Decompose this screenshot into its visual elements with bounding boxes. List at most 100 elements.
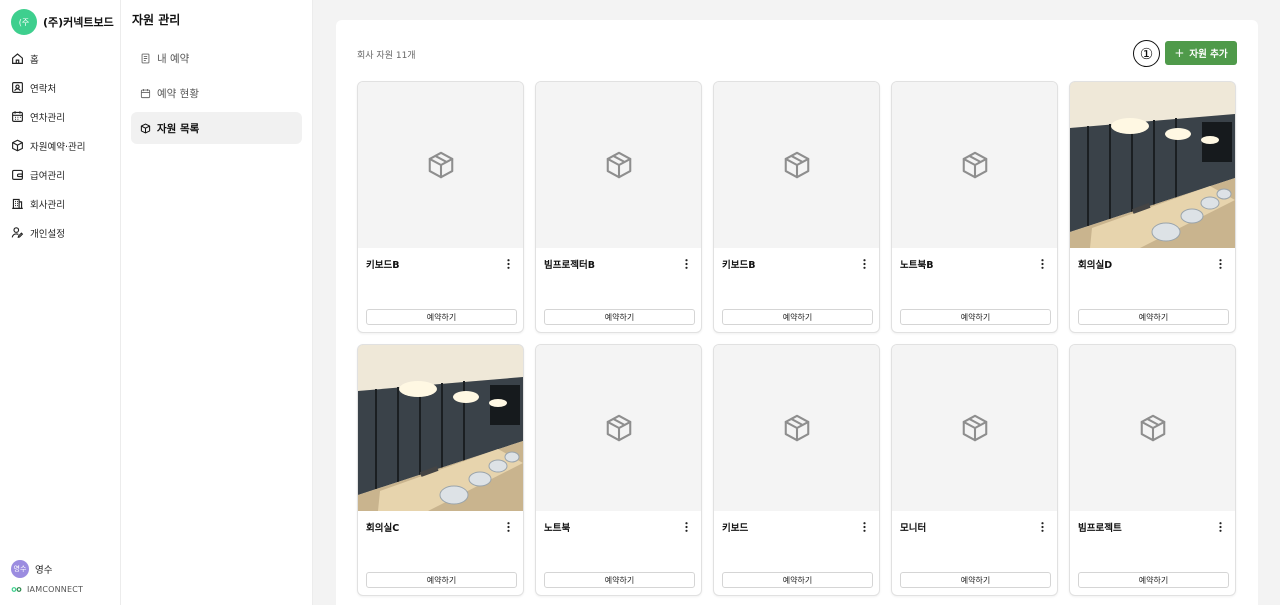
more-options-button[interactable] xyxy=(1037,258,1047,270)
brand-logo: (주 xyxy=(11,9,37,35)
main-nav: (주 (주)커넥트보드 홈 연락처 연차관리 자원예약·관리 급여관리 회사관리… xyxy=(0,0,121,605)
resource-thumbnail[interactable] xyxy=(892,82,1057,248)
more-options-button[interactable] xyxy=(1215,258,1225,270)
box-placeholder-icon xyxy=(606,151,631,179)
more-options-button[interactable] xyxy=(1215,521,1225,533)
resource-card[interactable]: 빔프로젝트 예약하기 xyxy=(1069,344,1236,596)
building-icon xyxy=(12,198,23,209)
reserve-button[interactable]: 예약하기 xyxy=(1078,572,1229,588)
avatar: 영수 xyxy=(11,560,29,578)
reserve-button[interactable]: 예약하기 xyxy=(722,309,873,325)
kebab-menu-icon xyxy=(1040,259,1044,269)
reserve-button[interactable]: 예약하기 xyxy=(1078,309,1229,325)
kebab-menu-icon xyxy=(684,522,688,532)
more-options-button[interactable] xyxy=(859,258,869,270)
box-placeholder-icon xyxy=(962,151,987,179)
footer-brand: IAMCONNECT xyxy=(11,585,83,594)
nav-item-contacts[interactable]: 연락처 xyxy=(0,73,120,102)
box-icon xyxy=(140,123,151,133)
more-options-button[interactable] xyxy=(503,521,513,533)
contact-icon xyxy=(12,82,23,93)
reserve-button[interactable]: 예약하기 xyxy=(544,572,695,588)
resource-count: 회사 자원 11개 xyxy=(357,51,416,61)
resource-thumbnail[interactable] xyxy=(1070,82,1235,248)
nav-item-company[interactable]: 회사관리 xyxy=(0,189,120,218)
resource-thumbnail[interactable] xyxy=(1070,345,1235,511)
resource-thumbnail[interactable] xyxy=(536,82,701,248)
nav-item-home[interactable]: 홈 xyxy=(0,44,120,73)
more-options-button[interactable] xyxy=(859,521,869,533)
resource-card[interactable]: 빔프로젝터B 예약하기 xyxy=(535,81,702,333)
resource-card[interactable]: 키보드B 예약하기 xyxy=(357,81,524,333)
resource-subnav: 자원 관리 내 예약 예약 현황 자원 목록 xyxy=(121,0,313,605)
kebab-menu-icon xyxy=(506,259,510,269)
resource-name: 빔프로젝터B xyxy=(544,260,595,271)
more-options-button[interactable] xyxy=(503,258,513,270)
resource-name: 노트북 xyxy=(544,523,571,534)
reserve-button[interactable]: 예약하기 xyxy=(900,572,1051,588)
reserve-button[interactable]: 예약하기 xyxy=(722,572,873,588)
resource-thumbnail[interactable] xyxy=(358,345,523,511)
resource-name: 회의실D xyxy=(1078,260,1113,271)
brand-name: (주)커넥트보드 xyxy=(43,16,114,29)
resource-card[interactable]: 노트북예약하기 xyxy=(535,344,702,596)
box-placeholder-icon xyxy=(1140,414,1165,442)
box-placeholder-icon xyxy=(962,414,987,442)
resource-panel: 회사 자원 11개 ① + 자원 추가 키보드B 예약하기 빔프로젝터B 예약하기 … xyxy=(336,20,1258,605)
subnav-item-label: 내 예약 xyxy=(157,52,190,65)
nav-item-label: 회사관리 xyxy=(30,199,65,211)
reserve-button[interactable]: 예약하기 xyxy=(366,309,517,325)
infinity-logo-icon xyxy=(11,587,22,592)
resource-card[interactable]: 키보드B 예약하기 xyxy=(713,81,880,333)
resource-name: 모니터 xyxy=(900,523,927,534)
subnav-item-my-reservations[interactable]: 내 예약 xyxy=(131,42,302,74)
resource-thumbnail[interactable] xyxy=(358,82,523,248)
user-settings-icon xyxy=(11,227,24,238)
resource-card[interactable]: 노트북B 예약하기 xyxy=(891,81,1058,333)
nav-item-settings[interactable]: 개인설정 xyxy=(0,218,120,247)
resource-grid: 키보드B 예약하기 빔프로젝터B 예약하기 키보드B 예약하기 노트북B 예약하기 회의… xyxy=(357,81,1236,596)
reserve-button[interactable]: 예약하기 xyxy=(366,572,517,588)
add-resource-label: 자원 추가 xyxy=(1189,49,1228,60)
nav-item-resources[interactable]: 자원예약·관리 xyxy=(0,131,120,160)
nav-item-payroll[interactable]: 급여관리 xyxy=(0,160,120,189)
resource-thumbnail[interactable] xyxy=(714,345,879,511)
resource-thumbnail[interactable] xyxy=(892,345,1057,511)
add-resource-button[interactable]: + 자원 추가 xyxy=(1165,41,1237,65)
more-options-button[interactable] xyxy=(1037,521,1047,533)
brand[interactable]: (주 (주)커넥트보드 xyxy=(0,0,120,44)
plus-icon: + xyxy=(1174,46,1185,60)
resource-card[interactable]: 회의실C 예약하기 xyxy=(357,344,524,596)
resource-name: 키보드 xyxy=(722,523,749,534)
kebab-menu-icon xyxy=(1218,522,1222,532)
wallet-icon xyxy=(12,169,23,180)
more-options-button[interactable] xyxy=(681,258,691,270)
reserve-button[interactable]: 예약하기 xyxy=(544,309,695,325)
box-placeholder-icon xyxy=(428,151,453,179)
subnav-item-label: 예약 현황 xyxy=(157,87,199,100)
resource-thumbnail[interactable] xyxy=(714,82,879,248)
resource-card[interactable]: 키보드예약하기 xyxy=(713,344,880,596)
subnav-item-resource-list[interactable]: 자원 목록 xyxy=(131,112,302,144)
user-profile[interactable]: 영수 영수 xyxy=(11,560,52,578)
box-icon xyxy=(12,139,23,152)
nav-item-label: 자원예약·관리 xyxy=(30,141,86,153)
more-options-button[interactable] xyxy=(681,521,691,533)
resource-name: 노트북B xyxy=(900,260,934,271)
calendar-icon xyxy=(12,111,23,122)
kebab-menu-icon xyxy=(1218,259,1222,269)
resource-card[interactable]: 회의실D 예약하기 xyxy=(1069,81,1236,333)
nav-item-leave[interactable]: 연차관리 xyxy=(0,102,120,131)
step-marker: ① xyxy=(1133,40,1160,67)
resource-thumbnail[interactable] xyxy=(536,345,701,511)
meeting-room-photo xyxy=(358,345,523,511)
box-placeholder-icon xyxy=(606,414,631,442)
resource-name: 키보드B xyxy=(722,260,756,271)
subnav-item-reservation-status[interactable]: 예약 현황 xyxy=(131,77,302,109)
main-content: 회사 자원 11개 ① + 자원 추가 키보드B 예약하기 빔프로젝터B 예약하기 … xyxy=(313,0,1280,605)
meeting-room-photo xyxy=(1070,82,1235,248)
nav-item-label: 연차관리 xyxy=(30,112,65,124)
document-icon xyxy=(141,53,150,63)
reserve-button[interactable]: 예약하기 xyxy=(900,309,1051,325)
resource-card[interactable]: 모니터예약하기 xyxy=(891,344,1058,596)
